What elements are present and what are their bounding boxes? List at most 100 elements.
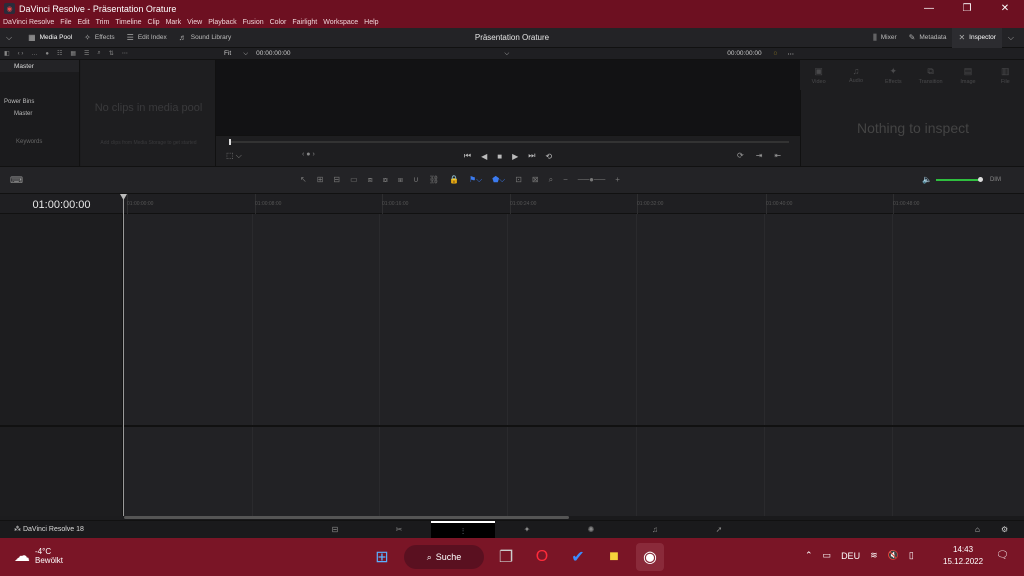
tray-chevron-up-icon[interactable]: ⌃ <box>805 550 813 561</box>
page-fusion-icon[interactable]: ✦ <box>495 521 559 539</box>
maximize-button[interactable]: ❐ <box>948 0 986 17</box>
timeline-playhead[interactable] <box>123 194 124 516</box>
media-pool-area[interactable]: No clips in media pool Add clips from Me… <box>81 60 216 166</box>
selection-tool-icon[interactable]: ↖ <box>300 175 307 185</box>
tab-audio[interactable]: ♫ Audio <box>837 60 874 90</box>
timeline-ruler[interactable]: 01:00:00:00 01:00:08:00 01:00:16:00 01:0… <box>123 194 1024 214</box>
menu-view[interactable]: View <box>184 19 205 26</box>
zoom-custom-icon[interactable]: ⌕ <box>549 175 553 185</box>
opera-browser-icon[interactable]: O <box>528 543 556 571</box>
menu-mark[interactable]: Mark <box>163 19 185 26</box>
menu-color[interactable]: Color <box>267 19 290 26</box>
loop-icon[interactable]: ⟲ <box>545 152 552 161</box>
go-to-end-icon[interactable]: ⏭ <box>528 151 535 161</box>
page-media-icon[interactable]: ⊟ <box>303 521 367 539</box>
filmstrip-view-icon[interactable]: ☰ <box>80 50 93 57</box>
speaker-muted-icon[interactable]: 🔇 <box>888 550 899 561</box>
close-button[interactable]: ✕ <box>986 0 1024 17</box>
go-to-start-icon[interactable]: ⏮ <box>464 151 471 161</box>
play-icon[interactable]: ▶ <box>512 152 518 161</box>
viewer-options-icon[interactable]: ⋯ <box>782 50 801 58</box>
taskbar-clock[interactable]: 14:43 15.12.2022 <box>943 544 983 568</box>
back-forward-icon[interactable]: ‹ › <box>14 51 28 57</box>
match-frame-icon[interactable]: ⟳ <box>737 151 744 160</box>
volume-slider[interactable] <box>935 176 983 182</box>
viewer-menu-chevron-icon[interactable]: ⌵ <box>295 50 720 58</box>
menu-fusion[interactable]: Fusion <box>240 19 267 26</box>
zoom-full-icon[interactable]: ⊡ <box>515 175 522 185</box>
flag-icon[interactable]: ⚑⌵ <box>469 175 482 185</box>
grid-view-icon[interactable]: ▦ <box>66 50 80 57</box>
options-icon[interactable]: ⋯ <box>118 50 132 57</box>
reverse-play-icon[interactable]: ◀ <box>481 152 487 161</box>
search-icon[interactable]: ⌕ <box>93 50 104 57</box>
color-options-icon[interactable]: ◌ <box>770 50 782 57</box>
dim-button[interactable]: DIM <box>990 177 1001 183</box>
timeline-view-options-icon[interactable]: ⌨ <box>10 175 23 186</box>
menu-file[interactable]: File <box>57 19 74 26</box>
panel-toggle-icon[interactable]: ◧ <box>0 50 14 57</box>
minimize-button[interactable]: — <box>910 0 948 17</box>
thumb-size-slider[interactable]: ● <box>41 51 53 57</box>
search-button[interactable]: ⌕ Suche <box>404 545 484 569</box>
dynamic-trim-icon[interactable]: ⊟ <box>333 175 340 185</box>
menu-workspace[interactable]: Workspace <box>320 19 361 26</box>
page-deliver-icon[interactable]: ➚ <box>687 521 751 539</box>
menu-help[interactable]: Help <box>361 19 381 26</box>
scrollbar-thumb[interactable] <box>124 516 569 519</box>
more-icon[interactable]: … <box>27 51 41 57</box>
tab-video[interactable]: ▣ Video <box>800 60 837 90</box>
notification-icon[interactable]: 🗨 <box>996 550 1009 561</box>
viewer-screen[interactable] <box>216 60 800 135</box>
zoom-slider[interactable]: ──●── <box>578 175 606 185</box>
chevron-down-icon[interactable]: ⌵ <box>239 50 252 58</box>
overwrite-clip-icon[interactable]: ⧇ <box>383 175 388 185</box>
video-audio-divider[interactable] <box>0 425 1024 427</box>
viewer-scrubber[interactable] <box>229 141 789 143</box>
wifi-icon[interactable]: ≋ <box>870 550 878 561</box>
task-view-icon[interactable]: ❐ <box>492 543 520 571</box>
tab-transition[interactable]: ⧉ Transition <box>912 60 949 90</box>
windows-start-icon[interactable]: ⊞ <box>368 543 396 571</box>
speaker-icon[interactable]: 🔈 <box>922 175 932 184</box>
zoom-detail-icon[interactable]: ⊠ <box>532 175 539 185</box>
battery-icon[interactable]: ▯ <box>909 550 914 561</box>
zoom-in-icon[interactable]: + <box>615 175 620 185</box>
list-view-icon[interactable]: ☷ <box>53 50 66 57</box>
bin-master[interactable]: Master <box>0 60 79 72</box>
page-edit-icon[interactable]: ⫶ <box>431 521 495 539</box>
zoom-fit-select[interactable]: Fit <box>216 50 239 57</box>
menu-trim[interactable]: Trim <box>93 19 113 26</box>
zoom-out-icon[interactable]: − <box>563 175 568 185</box>
home-icon[interactable]: ⌂ <box>975 525 980 534</box>
tab-image[interactable]: ▤ Image <box>949 60 986 90</box>
tab-file[interactable]: ▥ File <box>987 60 1024 90</box>
linked-selection-icon[interactable]: ⛓ <box>429 175 439 185</box>
menu-davinci[interactable]: DaVinci Resolve <box>0 19 57 26</box>
blade-tool-icon[interactable]: ▭ <box>350 175 358 185</box>
tab-effects[interactable]: ✦ Effects <box>875 60 912 90</box>
snapping-icon[interactable]: ∪ <box>413 175 419 185</box>
power-bin-master[interactable]: Master <box>0 108 79 120</box>
sticky-notes-icon[interactable]: ■ <box>600 543 628 571</box>
timeline-tracks[interactable] <box>124 214 1024 516</box>
todo-check-icon[interactable]: ✔ <box>564 543 592 571</box>
menu-fairlight[interactable]: Fairlight <box>289 19 320 26</box>
position-lock-icon[interactable]: 🔒 <box>449 175 459 185</box>
language-indicator[interactable]: DEU <box>841 551 860 561</box>
page-cut-icon[interactable]: ✂ <box>367 521 431 539</box>
mark-in-icon[interactable]: ⇥ <box>756 151 763 160</box>
menu-clip[interactable]: Clip <box>145 19 163 26</box>
menu-playback[interactable]: Playback <box>205 19 239 26</box>
display-icon[interactable]: ▭ <box>823 550 832 561</box>
menu-edit[interactable]: Edit <box>75 19 93 26</box>
sort-icon[interactable]: ⇅ <box>105 50 118 57</box>
marker-icon[interactable]: ⬟⌵ <box>492 175 505 185</box>
menu-timeline[interactable]: Timeline <box>112 19 144 26</box>
mark-out-icon[interactable]: ⇤ <box>774 151 781 160</box>
settings-gear-icon[interactable]: ⚙ <box>1001 525 1008 534</box>
page-fairlight-icon[interactable]: ♫ <box>623 521 687 539</box>
davinci-resolve-taskbar-icon[interactable]: ◉ <box>636 543 664 571</box>
replace-clip-icon[interactable]: ⧆ <box>398 175 403 185</box>
insert-clip-icon[interactable]: ⧈ <box>368 175 373 185</box>
